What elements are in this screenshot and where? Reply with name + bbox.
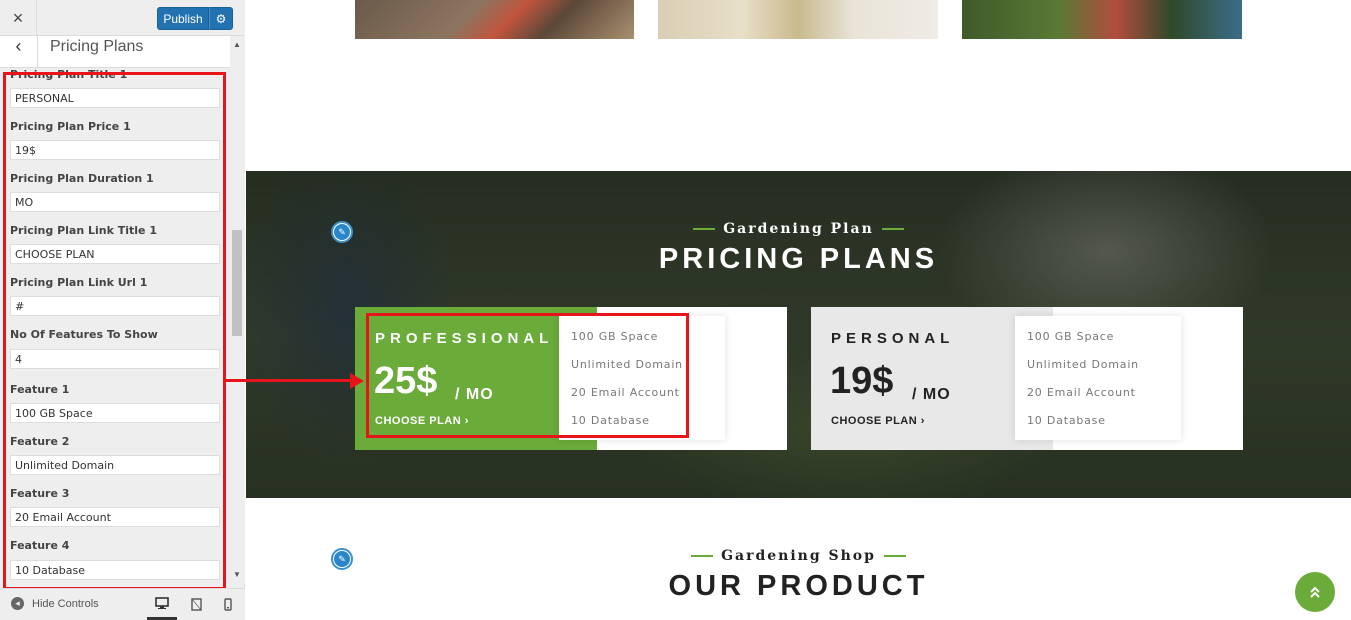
plan-link-url-input[interactable]: # xyxy=(10,296,220,316)
customizer-sidebar: × Publish ⚙ ‹ Pricing Plans Pricing Plan… xyxy=(0,0,245,620)
plan-price-input[interactable]: 19$ xyxy=(10,140,220,160)
plan-duration-input[interactable]: MO xyxy=(10,192,220,212)
gallery-image[interactable] xyxy=(962,0,1242,39)
field-label: Feature 2 xyxy=(10,435,70,448)
field-label: Pricing Plan Link Title 1 xyxy=(10,224,158,237)
collapse-icon: ◂ xyxy=(11,597,24,610)
controls-panel: Pricing Plan Title 1 PERSONAL Pricing Pl… xyxy=(0,68,230,588)
annotation-arrow-head xyxy=(350,373,364,389)
close-icon[interactable]: × xyxy=(0,0,37,36)
list-item: 10 Database xyxy=(571,414,650,427)
list-item: 20 Email Account xyxy=(571,386,680,399)
product-title: OUR PRODUCT xyxy=(668,570,929,602)
feature-1-input[interactable]: 100 GB Space xyxy=(10,403,220,423)
plan-name: PROFESSIONAL xyxy=(375,330,554,347)
field-label: Pricing Plan Link Url 1 xyxy=(10,276,148,289)
plan-link-title-input[interactable]: CHOOSE PLAN xyxy=(10,244,220,264)
plan-price: 19$ xyxy=(830,360,894,402)
scroll-down-icon[interactable]: ▼ xyxy=(233,570,241,579)
features-count-input[interactable]: 4 xyxy=(10,349,220,369)
gallery-image[interactable] xyxy=(355,0,634,39)
mobile-icon[interactable] xyxy=(213,589,243,620)
field-label: Feature 1 xyxy=(10,383,70,396)
pricing-subtitle: Gardening Plan xyxy=(246,221,1351,237)
customizer-header: × Publish ⚙ xyxy=(0,0,245,36)
field-label: No Of Features To Show xyxy=(10,328,158,341)
gallery-image[interactable] xyxy=(658,0,938,39)
hide-controls-button[interactable]: ◂ Hide Controls xyxy=(11,597,99,610)
plan-duration: / MO xyxy=(912,386,951,403)
scroll-to-top-button[interactable] xyxy=(1295,572,1335,612)
field-label: Feature 4 xyxy=(10,539,70,552)
list-item: 20 Email Account xyxy=(1027,386,1136,399)
customizer-footer: ◂ Hide Controls xyxy=(0,588,245,620)
list-item: Unlimited Domain xyxy=(571,358,683,371)
hide-controls-label: Hide Controls xyxy=(32,597,99,610)
section-title: Pricing Plans xyxy=(50,38,144,55)
field-label: Feature 3 xyxy=(10,487,70,500)
publish-settings-gear-icon[interactable]: ⚙ xyxy=(209,7,233,30)
annotation-arrow xyxy=(226,379,356,382)
field-label: Pricing Plan Price 1 xyxy=(10,120,131,133)
feature-2-input[interactable]: Unlimited Domain xyxy=(10,455,220,475)
feature-4-input[interactable]: 10 Database xyxy=(10,560,220,580)
pricing-card-personal: PERSONAL 19$ / MO CHOOSE PLAN › 100 GB S… xyxy=(811,307,1243,450)
list-item: 100 GB Space xyxy=(1027,330,1115,343)
list-item: 10 Database xyxy=(1027,414,1106,427)
publish-button[interactable]: Publish xyxy=(157,7,209,30)
site-preview: ✎ Gardening Plan PRICING PLANS PROFESSIO… xyxy=(246,0,1351,620)
list-item: Unlimited Domain xyxy=(1027,358,1139,371)
field-label: Pricing Plan Duration 1 xyxy=(10,172,154,185)
list-item: 100 GB Space xyxy=(571,330,659,343)
scroll-up-icon[interactable]: ▲ xyxy=(233,40,241,49)
features-list: 100 GB Space Unlimited Domain 20 Email A… xyxy=(559,316,725,440)
back-arrow-icon[interactable]: ‹ xyxy=(0,36,38,68)
field-label: Pricing Plan Title 1 xyxy=(10,68,128,81)
tablet-icon[interactable] xyxy=(181,589,211,620)
pricing-title: PRICING PLANS xyxy=(658,243,939,275)
desktop-icon[interactable] xyxy=(147,589,177,620)
choose-plan-link[interactable]: CHOOSE PLAN › xyxy=(831,415,925,427)
plan-name: PERSONAL xyxy=(831,330,955,347)
section-header: ‹ Pricing Plans xyxy=(0,36,230,68)
plan-duration: / MO xyxy=(455,386,494,403)
feature-3-input[interactable]: 20 Email Account xyxy=(10,507,220,527)
controls-scrollbar[interactable]: ▲ ▼ xyxy=(230,36,245,584)
product-subtitle: Gardening Shop xyxy=(246,548,1351,564)
plan-title-input[interactable]: PERSONAL xyxy=(10,88,220,108)
pricing-card-professional: PROFESSIONAL 25$ / MO CHOOSE PLAN › 100 … xyxy=(355,307,787,450)
choose-plan-link[interactable]: CHOOSE PLAN › xyxy=(375,415,469,427)
features-list: 100 GB Space Unlimited Domain 20 Email A… xyxy=(1015,316,1181,440)
plan-price: 25$ xyxy=(374,360,438,402)
scroll-thumb[interactable] xyxy=(232,230,242,336)
